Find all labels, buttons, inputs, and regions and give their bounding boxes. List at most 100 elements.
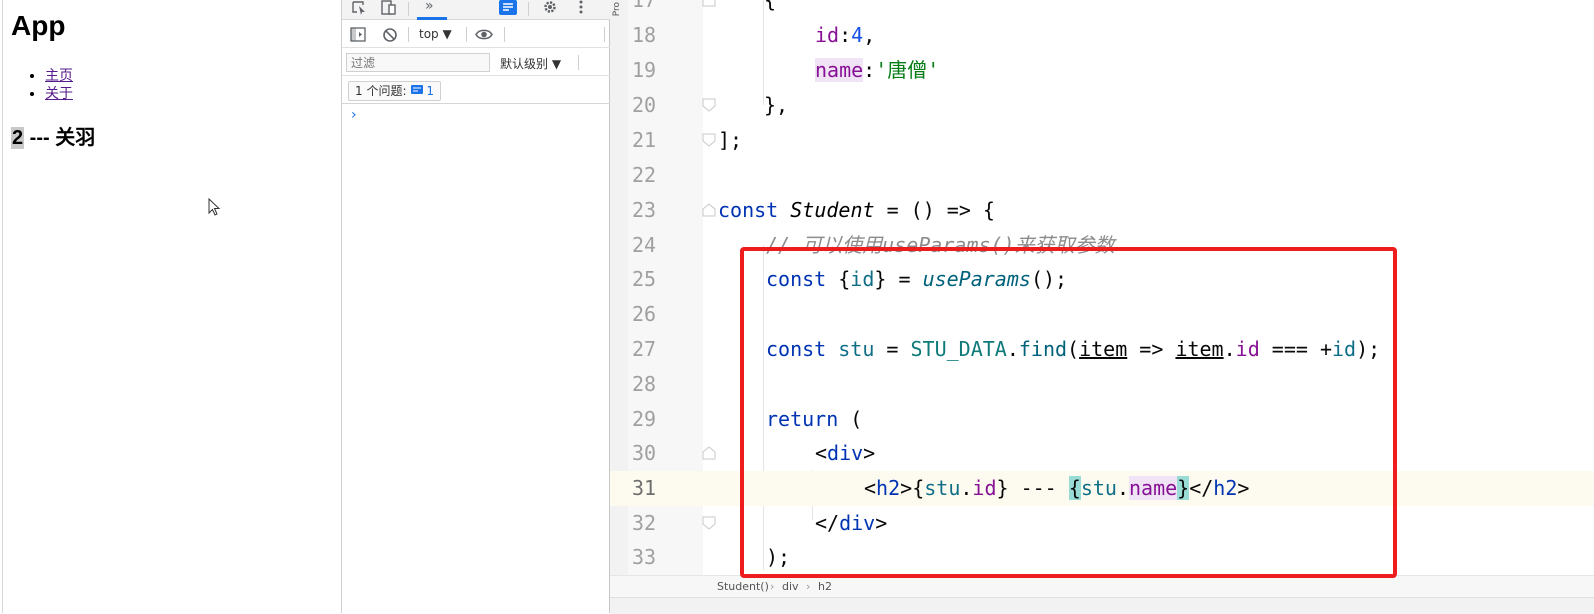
issues-button[interactable]: 1 个问题: 1 <box>348 81 441 101</box>
more-options-icon[interactable] <box>578 0 584 14</box>
fold-marker-icon[interactable] <box>702 0 716 7</box>
code-token: --- <box>1008 476 1069 500</box>
student-separator: --- <box>24 127 56 149</box>
clear-console-icon[interactable] <box>382 27 398 43</box>
code-token: 4 <box>851 23 864 47</box>
code-line[interactable]: 26 <box>610 297 1594 332</box>
live-expression-eye-icon[interactable] <box>475 28 493 41</box>
code-token: </ <box>1189 476 1214 500</box>
line-number: 19 <box>632 58 657 82</box>
code-line[interactable]: 23 const Student = () => { <box>610 193 1594 228</box>
breadcrumb-item[interactable]: div <box>782 580 799 593</box>
nav-item-about: 关于 <box>45 84 73 102</box>
code-token: div <box>827 441 864 465</box>
fold-marker-icon[interactable] <box>702 133 716 147</box>
nav-item-home: 主页 <box>45 66 73 84</box>
code-token: > <box>863 441 876 465</box>
fold-marker-icon[interactable] <box>702 446 716 460</box>
issues-label: 1 个问题: <box>355 84 407 98</box>
browser-page: App 主页 关于 2 --- 关羽 <box>0 0 342 613</box>
code-token: Student <box>790 198 875 222</box>
code-token: ( <box>1067 337 1080 361</box>
code-text: ]; <box>718 123 742 158</box>
code-token: > <box>900 476 913 500</box>
breadcrumb-item[interactable]: h2 <box>818 580 832 593</box>
code-token: ); <box>766 545 791 569</box>
more-tabs-button[interactable]: » <box>425 0 434 14</box>
console-prompt[interactable]: › <box>351 107 357 123</box>
code-token: </ <box>815 511 840 535</box>
code-token: }, <box>764 93 789 117</box>
toolbar-separator <box>504 27 505 42</box>
code-token: id <box>815 23 840 47</box>
code-line[interactable]: 28 <box>610 367 1594 402</box>
fold-marker-icon[interactable] <box>702 98 716 112</box>
line-number: 31 <box>632 476 657 500</box>
breadcrumb-separator: › <box>806 580 811 593</box>
line-number: 33 <box>632 545 657 569</box>
code-token: const <box>718 198 791 222</box>
code-line[interactable]: 25 const {id} = useParams(); <box>610 262 1594 297</box>
nav-link-home[interactable]: 主页 <box>45 67 73 83</box>
code-token: const <box>766 267 839 291</box>
code-token: stu <box>924 476 961 500</box>
code-token: id <box>972 476 997 500</box>
inspect-element-icon[interactable] <box>352 1 368 15</box>
code-token: < <box>815 441 828 465</box>
code-text: const stu = STU_DATA.find(item => item.i… <box>766 332 1380 367</box>
code-line[interactable]: 21 ]; <box>610 123 1594 158</box>
code-line[interactable]: 22 <box>610 158 1594 193</box>
code-line[interactable]: 29 return ( <box>610 402 1594 437</box>
line-number: 28 <box>632 372 657 396</box>
code-line[interactable]: 18 id:4, <box>610 18 1594 53</box>
log-level-dropdown[interactable]: 默认级别 ▼ <box>500 55 561 72</box>
code-line[interactable]: 30 <div> <box>610 436 1594 471</box>
line-number: 30 <box>632 441 657 465</box>
context-select[interactable]: top ▼ <box>419 27 452 41</box>
code-line[interactable]: 27 const stu = STU_DATA.find(item => ite… <box>610 332 1594 367</box>
line-number: 20 <box>632 93 657 117</box>
nav-link-about[interactable]: 关于 <box>45 85 73 101</box>
code-line[interactable]: 19 name:'唐僧' <box>610 53 1594 88</box>
settings-gear-icon[interactable] <box>542 0 558 14</box>
device-toolbar-icon[interactable] <box>380 0 396 15</box>
code-text: <h2>{stu.id} --- {stu.name}</h2> <box>864 471 1249 506</box>
line-number: 25 <box>632 267 657 291</box>
messages-icon[interactable] <box>498 0 518 16</box>
code-line[interactable]: 17 { <box>610 0 1594 18</box>
code-token: h2 <box>876 476 901 500</box>
code-token: id <box>1235 337 1260 361</box>
line-number: 27 <box>632 337 657 361</box>
code-token: (); <box>1030 267 1068 291</box>
student-name: 关羽 <box>55 127 96 149</box>
code-line[interactable]: 33 ); <box>610 540 1594 575</box>
line-number: 22 <box>632 163 657 187</box>
code-token: => <box>1127 337 1176 361</box>
code-token: . <box>960 476 973 500</box>
code-token: id <box>1332 337 1357 361</box>
code-line[interactable]: 32 </div> <box>610 506 1594 541</box>
code-token: > <box>875 511 888 535</box>
code-line[interactable]: 24 // 可以使用useParams()来获取参数 <box>610 228 1594 263</box>
code-line[interactable]: 20 }, <box>610 88 1594 123</box>
fold-marker-icon[interactable] <box>702 203 716 217</box>
line-number: 24 <box>632 233 657 257</box>
code-token: : <box>863 58 876 82</box>
active-tab-indicator <box>417 17 447 20</box>
code-text: <div> <box>815 436 875 471</box>
code-token: '唐僧' <box>875 58 940 82</box>
code-token: stu <box>1080 476 1117 500</box>
issue-message-icon <box>410 85 423 94</box>
code-token: stu <box>838 337 875 361</box>
matched-brace: } <box>1177 476 1190 500</box>
code-text: const {id} = useParams(); <box>766 262 1067 297</box>
breadcrumb: Student() › div › h2 <box>610 575 1594 598</box>
console-filter-input[interactable] <box>346 53 490 72</box>
sidebar-toggle-icon[interactable] <box>350 27 366 42</box>
breadcrumb-item[interactable]: Student() <box>717 580 769 593</box>
code-line-current[interactable]: 31 <h2>{stu.id} --- {stu.name}</h2> <box>610 471 1594 506</box>
code-token: > <box>1237 476 1250 500</box>
fold-marker-icon[interactable] <box>702 516 716 530</box>
toolbar-separator <box>466 27 467 42</box>
code-token: find <box>1018 337 1068 361</box>
